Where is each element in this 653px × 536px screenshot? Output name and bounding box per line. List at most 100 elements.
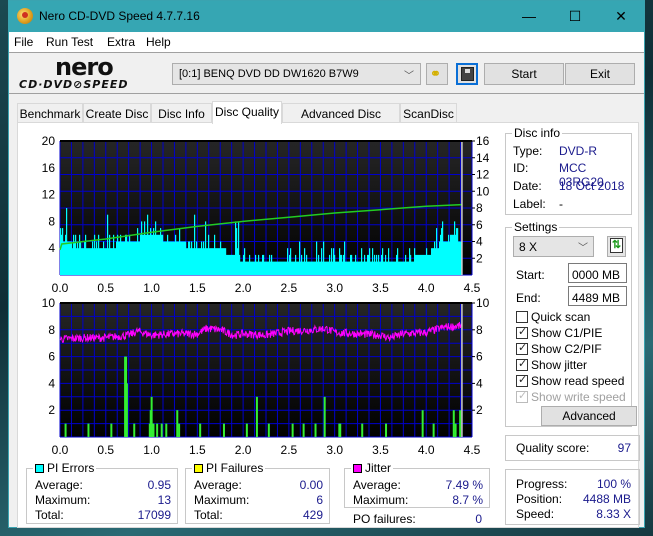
checkbox-checked-icon xyxy=(516,389,528,403)
jitter-maximum-value: 8.7 % xyxy=(452,493,483,507)
drive-select-value: [0:1] BENQ DVD DD DW1620 B7W9 xyxy=(179,68,359,80)
y-right-tick-label: 6 xyxy=(476,218,483,232)
pi-failure-bar xyxy=(245,423,248,437)
pi-failures-average-value: 0.00 xyxy=(299,478,323,492)
tab-disc-info[interactable]: Disc Info xyxy=(151,103,212,123)
cd-dvd-speed-logo: CD·DVD⊘SPEED xyxy=(19,78,129,91)
y-right-tick-label: 2 xyxy=(476,403,483,417)
y-left-tick-label: 8 xyxy=(48,323,55,337)
disc-type-label: Type: xyxy=(513,144,543,158)
menu-file[interactable]: File xyxy=(14,35,33,49)
y-right-tick-label: 16 xyxy=(476,134,490,148)
end-input[interactable] xyxy=(568,286,627,306)
pi-failures-title: PI Failures xyxy=(206,461,264,475)
x-tick-label: 0.5 xyxy=(97,281,114,295)
y-left-tick-label: 12 xyxy=(42,188,56,202)
pi-failure-bar xyxy=(267,423,270,437)
menu-help[interactable]: Help xyxy=(146,35,171,49)
progress-value: 100 % xyxy=(596,477,631,491)
pi-failure-bar xyxy=(302,423,305,437)
app-window: Nero CD-DVD Speed 4.7.7.16 — ☐ ✕ File Ru… xyxy=(8,0,645,528)
x-tick-label: 4.0 xyxy=(418,281,435,295)
window-title: Nero CD-DVD Speed 4.7.7.16 xyxy=(39,9,200,23)
exit-button[interactable]: Exit xyxy=(565,63,635,85)
pi-failure-bar xyxy=(156,423,159,437)
pi-errors-title: PI Errors xyxy=(47,461,95,475)
checkbox-icon xyxy=(516,311,528,323)
show-c2-pif-checkbox[interactable]: Show C2/PIF xyxy=(516,341,602,356)
chevron-down-icon: ﹀ xyxy=(404,71,414,82)
pi-failure-bar xyxy=(87,423,90,437)
x-tick-label: 1.5 xyxy=(189,281,206,295)
maximize-button[interactable]: ☐ xyxy=(552,1,598,32)
quick-scan-checkbox[interactable]: Quick scan xyxy=(516,310,590,324)
pi-failure-bar xyxy=(255,396,258,437)
y-right-tick-label: 10 xyxy=(476,184,490,198)
x-tick-label: 2.0 xyxy=(235,443,252,457)
position-label: Position: xyxy=(516,492,563,506)
x-tick-label: 4.0 xyxy=(418,443,435,457)
checkbox-checked-icon xyxy=(516,341,528,355)
menu-extra[interactable]: Extra xyxy=(107,35,135,49)
refresh-speed-button[interactable]: ⇅ xyxy=(607,236,626,257)
y-left-tick-label: 2 xyxy=(48,403,55,417)
y-left-tick-label: 20 xyxy=(42,134,56,148)
disc-info-group: Disc info Type: DVD-R ID: MCC 03RG20 Dat… xyxy=(505,126,632,215)
disc-quality-panel: 0.0 0.5 1.0 1.5 2.0 2.5 3.0 3.5 4.0 4.5 4 8 12 16 20 2 4… xyxy=(17,122,640,529)
quality-score-value: 97 xyxy=(617,441,631,455)
x-tick-label: 2.5 xyxy=(281,281,298,295)
side-panel: Disc info Type: DVD-R ID: MCC 03RG20 Dat… xyxy=(505,123,640,529)
save-button[interactable] xyxy=(456,63,478,85)
pi-failures-total-label: Total: xyxy=(194,508,223,522)
jitter-maximum-label: Maximum: xyxy=(353,493,409,507)
y-right-tick-label: 10 xyxy=(476,296,490,310)
tab-benchmark[interactable]: Benchmark xyxy=(17,103,83,123)
pi-failure-bar xyxy=(176,410,179,437)
x-tick-label: 0.5 xyxy=(97,443,114,457)
minimize-button[interactable]: — xyxy=(506,1,552,32)
x-tick-label: 3.5 xyxy=(372,281,389,295)
title-bar: Nero CD-DVD Speed 4.7.7.16 — ☐ ✕ xyxy=(9,1,644,32)
pi-errors-average-value: 0.95 xyxy=(147,478,171,492)
refresh-icon: ⇅ xyxy=(610,238,623,253)
x-tick-label: 4.5 xyxy=(464,281,481,295)
menu-run-test[interactable]: Run Test xyxy=(46,35,93,49)
show-read-speed-checkbox[interactable]: Show read speed xyxy=(516,373,624,388)
pi-failure-bar xyxy=(421,410,424,437)
y-right-tick-label: 14 xyxy=(476,151,490,165)
tab-create-disc[interactable]: Create Disc xyxy=(83,103,151,123)
drive-select[interactable]: [0:1] BENQ DVD DD DW1620 B7W9 ﹀ xyxy=(172,63,421,85)
tab-scandisc[interactable]: ScanDisc xyxy=(400,103,457,123)
speed-value: 8.33 X xyxy=(596,507,631,521)
pi-errors-total-value: 17099 xyxy=(137,508,171,522)
show-jitter-checkbox[interactable]: Show jitter xyxy=(516,357,587,372)
y-left-tick-label: 4 xyxy=(48,241,55,255)
pi-failures-average-label: Average: xyxy=(194,478,242,492)
x-tick-label: 0.0 xyxy=(52,281,69,295)
start-label: Start: xyxy=(516,268,545,282)
eject-icon: ⚭ xyxy=(430,66,441,81)
pi-failure-bar xyxy=(199,423,202,437)
speed-select-value: 8 X xyxy=(519,240,538,254)
x-tick-label: 3.0 xyxy=(326,443,343,457)
jitter-color-swatch xyxy=(353,464,362,473)
po-failures-label: PO failures: xyxy=(353,512,416,526)
start-input[interactable] xyxy=(568,263,627,283)
pi-failure-bar xyxy=(452,410,455,437)
pi-failure-bar xyxy=(152,423,155,437)
show-write-speed-checkbox: Show write speed xyxy=(516,389,626,404)
speed-select[interactable]: 8 X ﹀ xyxy=(513,236,594,257)
pi-failures-maximum-label: Maximum: xyxy=(194,493,250,507)
show-c1-pie-checkbox[interactable]: Show C1/PIE xyxy=(516,325,602,340)
close-button[interactable]: ✕ xyxy=(598,1,644,32)
save-icon xyxy=(461,67,474,81)
jitter-title: Jitter xyxy=(365,461,392,475)
advanced-button[interactable]: Advanced xyxy=(541,406,637,426)
pi-failure-bar xyxy=(459,410,462,437)
quality-score-label: Quality score: xyxy=(516,441,590,455)
pi-failures-maximum-value: 6 xyxy=(316,493,323,507)
eject-button[interactable]: ⚭ xyxy=(426,63,448,85)
tab-advanced-disc-quality[interactable]: Advanced Disc Quality xyxy=(282,103,400,135)
start-button[interactable]: Start xyxy=(484,63,564,85)
tab-disc-quality[interactable]: Disc Quality xyxy=(212,101,282,124)
